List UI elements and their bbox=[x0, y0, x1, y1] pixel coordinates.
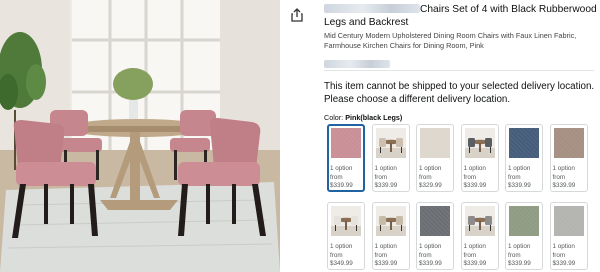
swatch-from: from bbox=[508, 251, 521, 259]
swatch-price: $349.99 bbox=[330, 260, 353, 268]
swatch-thumbnail bbox=[553, 206, 584, 236]
swatch-thumbnail bbox=[553, 128, 584, 158]
dining-room-photo bbox=[0, 0, 280, 272]
color-swatch-taupe[interactable]: 1 option from $339.99 bbox=[549, 124, 588, 192]
swatch-options: 1 option bbox=[330, 165, 353, 172]
color-swatch-gray-set[interactable]: 1 option from $339.99 bbox=[460, 202, 499, 270]
swatch-price: $339.99 bbox=[552, 260, 576, 268]
swatch-from: from bbox=[552, 173, 566, 181]
swatch-price: $339.99 bbox=[552, 182, 576, 190]
color-swatch-beige-set[interactable]: 1 option from $339.99 bbox=[371, 124, 410, 192]
swatch-thumbnail bbox=[420, 206, 450, 236]
swatch-price: $339.99 bbox=[330, 182, 353, 190]
swatch-from: from bbox=[330, 173, 343, 181]
swatch-option-info: 1 option from $339.99 bbox=[508, 165, 531, 191]
swatch-price: $329.99 bbox=[419, 182, 442, 190]
swatch-option-info: 1 option from $339.99 bbox=[375, 165, 398, 191]
color-swatch-cream[interactable]: 1 option from $329.99 bbox=[416, 124, 454, 192]
swatch-option-info: 1 option from $339.99 bbox=[375, 243, 398, 269]
swatch-options: 1 option bbox=[463, 243, 486, 250]
swatch-option-info: 1 option from $329.99 bbox=[419, 165, 442, 191]
swatch-option-info: 1 option from $339.99 bbox=[330, 165, 353, 191]
swatch-thumbnail bbox=[420, 128, 450, 158]
swatch-option-info: 1 option from $339.99 bbox=[508, 243, 531, 269]
swatch-thumbnail bbox=[464, 128, 495, 158]
color-swatch-pink[interactable]: 1 option from $339.99 bbox=[327, 124, 365, 192]
swatch-options: 1 option bbox=[419, 165, 442, 172]
swatch-from: from bbox=[330, 251, 343, 259]
product-title-line2[interactable]: Legs and Backrest bbox=[324, 16, 594, 29]
color-selector-label: Color: Pink(black Legs) bbox=[324, 113, 403, 122]
swatch-from: from bbox=[508, 173, 521, 181]
swatch-option-info: 1 option from $339.99 bbox=[464, 165, 487, 191]
swatch-options: 1 option bbox=[374, 165, 397, 172]
swatch-from: from bbox=[463, 173, 477, 181]
swatch-thumbnail bbox=[375, 128, 406, 158]
swatch-options: 1 option bbox=[552, 165, 575, 172]
selected-color-name: Pink(black Legs) bbox=[345, 113, 403, 122]
swatch-price: $339.99 bbox=[463, 260, 487, 268]
swatch-options: 1 option bbox=[419, 243, 442, 250]
redacted-brand bbox=[324, 4, 420, 13]
swatch-option-info: 1 option from $339.99 bbox=[553, 243, 576, 269]
swatch-options: 1 option bbox=[508, 165, 531, 172]
swatch-price: $339.99 bbox=[374, 182, 398, 190]
swatch-price: $339.99 bbox=[508, 260, 531, 268]
swatch-price: $339.99 bbox=[463, 182, 487, 190]
product-title[interactable]: Chairs Set of 4 with Black Rubberwood bbox=[324, 3, 597, 16]
color-swatch-silver[interactable]: 1 option from $339.99 bbox=[549, 202, 588, 270]
color-swatch-dark-set[interactable]: 1 option from $339.99 bbox=[460, 124, 499, 192]
color-swatch-white-set[interactable]: 1 option from $349.99 bbox=[327, 202, 365, 270]
swatch-price: $339.99 bbox=[374, 260, 398, 268]
color-swatch-navy[interactable]: 1 option from $339.99 bbox=[505, 124, 543, 192]
swatch-from: from bbox=[552, 251, 566, 259]
swatch-thumbnail bbox=[331, 206, 361, 236]
swatch-price: $339.99 bbox=[419, 260, 442, 268]
swatch-from: from bbox=[419, 251, 432, 259]
product-title-block: Chairs Set of 4 with Black Rubberwood Le… bbox=[324, 3, 597, 72]
swatch-from: from bbox=[419, 173, 432, 181]
swatch-price: $339.99 bbox=[508, 182, 531, 190]
share-icon[interactable] bbox=[290, 8, 304, 22]
swatch-from: from bbox=[374, 251, 388, 259]
swatch-options: 1 option bbox=[374, 243, 397, 250]
swatch-option-info: 1 option from $339.99 bbox=[464, 243, 487, 269]
swatch-from: from bbox=[374, 173, 388, 181]
product-subtitle: Mid Century Modern Upholstered Dining Ro… bbox=[324, 31, 577, 50]
swatch-options: 1 option bbox=[508, 243, 531, 250]
swatch-from: from bbox=[463, 251, 477, 259]
color-swatch-sage[interactable]: 1 option from $339.99 bbox=[505, 202, 543, 270]
swatch-thumbnail bbox=[375, 206, 406, 236]
swatch-option-info: 1 option from $339.99 bbox=[553, 165, 576, 191]
color-swatch-light-set[interactable]: 1 option from $339.99 bbox=[371, 202, 410, 270]
swatch-options: 1 option bbox=[330, 243, 353, 250]
color-swatch-charcoal[interactable]: 1 option from $339.99 bbox=[416, 202, 454, 270]
product-image[interactable] bbox=[0, 0, 280, 272]
divider bbox=[324, 70, 594, 71]
swatch-option-info: 1 option from $339.99 bbox=[419, 243, 442, 269]
swatch-options: 1 option bbox=[552, 243, 575, 250]
swatch-option-info: 1 option from $349.99 bbox=[330, 243, 353, 269]
swatch-thumbnail bbox=[464, 206, 495, 236]
swatch-options: 1 option bbox=[463, 165, 486, 172]
swatch-thumbnail bbox=[509, 206, 539, 236]
swatch-thumbnail bbox=[509, 128, 539, 158]
shipping-unavailable-message: This item cannot be shipped to your sele… bbox=[324, 81, 595, 105]
swatch-thumbnail bbox=[331, 128, 361, 158]
